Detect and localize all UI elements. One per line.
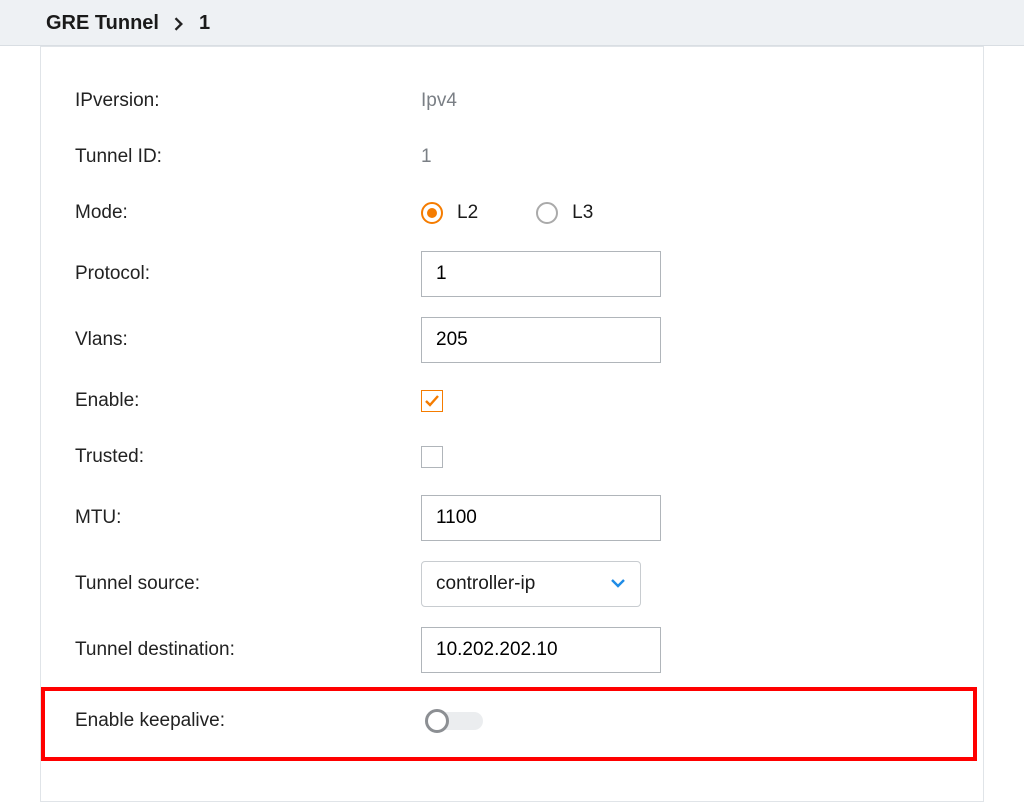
row-trusted: Trusted: — [41, 429, 983, 485]
row-ipversion: IPversion: Ipv4 — [41, 73, 983, 129]
row-tunnel-source: Tunnel source: controller-ip — [41, 551, 983, 617]
radio-label-l2: L2 — [457, 202, 478, 224]
input-mtu[interactable] — [421, 495, 661, 541]
check-icon — [424, 393, 440, 409]
label-mode: Mode: — [41, 202, 421, 224]
breadcrumb: GRE Tunnel 1 — [0, 0, 1024, 46]
row-vlans: Vlans: — [41, 307, 983, 373]
row-enable: Enable: — [41, 373, 983, 429]
input-tunnel-destination[interactable] — [421, 627, 661, 673]
radio-mode-l3[interactable]: L3 — [536, 202, 593, 224]
chevron-down-icon — [610, 573, 626, 595]
label-tunnel-id: Tunnel ID: — [41, 146, 421, 168]
breadcrumb-current: 1 — [199, 12, 210, 35]
radio-icon — [421, 202, 443, 224]
label-enable-keepalive: Enable keepalive: — [45, 710, 425, 732]
label-vlans: Vlans: — [41, 329, 421, 351]
select-value: controller-ip — [436, 573, 535, 595]
row-mtu: MTU: — [41, 485, 983, 551]
value-ipversion: Ipv4 — [421, 90, 457, 112]
row-tunnel-destination: Tunnel destination: — [41, 617, 983, 683]
label-ipversion: IPversion: — [41, 90, 421, 112]
value-tunnel-id: 1 — [421, 146, 432, 168]
radio-mode-l2[interactable]: L2 — [421, 202, 478, 224]
label-tunnel-destination: Tunnel destination: — [41, 639, 421, 661]
gre-tunnel-form: IPversion: Ipv4 Tunnel ID: 1 Mode: L2 L3… — [40, 46, 984, 802]
breadcrumb-parent[interactable]: GRE Tunnel — [46, 12, 159, 35]
input-protocol[interactable] — [421, 251, 661, 297]
chevron-right-icon — [173, 17, 185, 31]
toggle-enable-keepalive[interactable] — [425, 708, 483, 734]
row-tunnel-id: Tunnel ID: 1 — [41, 129, 983, 185]
radio-icon — [536, 202, 558, 224]
select-tunnel-source[interactable]: controller-ip — [421, 561, 641, 607]
label-enable: Enable: — [41, 390, 421, 412]
label-tunnel-source: Tunnel source: — [41, 573, 421, 595]
label-mtu: MTU: — [41, 507, 421, 529]
toggle-knob-icon — [425, 709, 449, 733]
label-trusted: Trusted: — [41, 446, 421, 468]
checkbox-enable[interactable] — [421, 390, 443, 412]
row-protocol: Protocol: — [41, 241, 983, 307]
row-mode: Mode: L2 L3 — [41, 185, 983, 241]
input-vlans[interactable] — [421, 317, 661, 363]
label-protocol: Protocol: — [41, 263, 421, 285]
row-enable-keepalive: Enable keepalive: — [45, 697, 973, 745]
highlight-enable-keepalive: Enable keepalive: — [41, 687, 977, 761]
checkbox-trusted[interactable] — [421, 446, 443, 468]
radio-label-l3: L3 — [572, 202, 593, 224]
